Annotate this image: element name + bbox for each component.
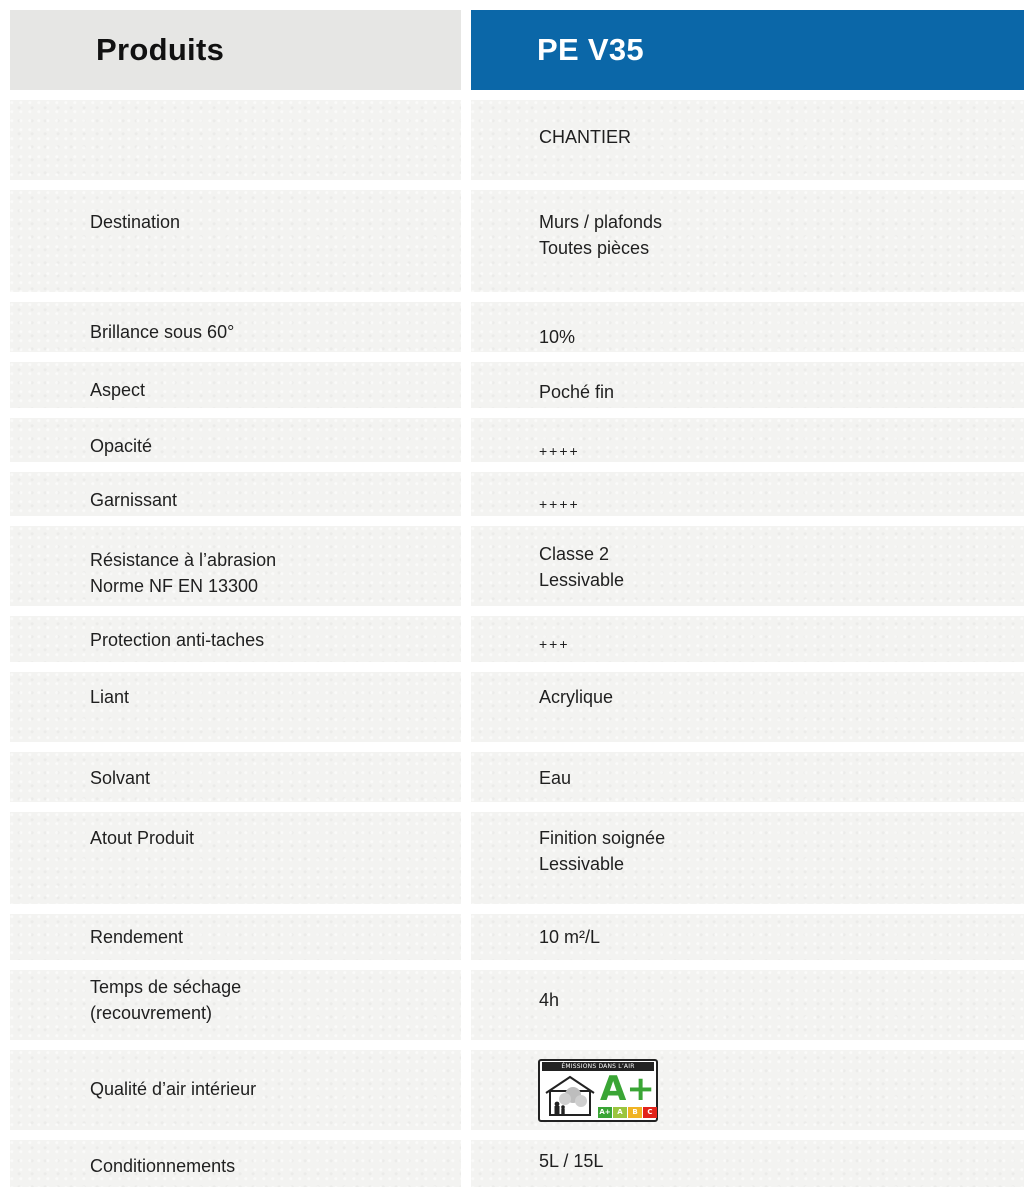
destination-value-1: Murs / plafonds xyxy=(539,212,663,232)
row-value-cell: CHANTIER xyxy=(471,100,1024,180)
product-asset-value-1: Finition soignée xyxy=(539,828,666,848)
row-label-cell: Résistance à l’abrasion Norme NF EN 1330… xyxy=(10,526,461,606)
row-value-cell: 10 m²/L xyxy=(471,914,1024,960)
row-value-cell: Eau xyxy=(471,752,1024,802)
row-label-cell xyxy=(10,100,461,180)
category-value: CHANTIER xyxy=(539,127,632,147)
row-value-cell: Classe 2 Lessivable xyxy=(471,526,1024,606)
row-label-cell: Aspect xyxy=(10,362,461,408)
house-family-icon xyxy=(545,1075,595,1116)
header-products-label: Produits xyxy=(96,32,225,67)
aspect-label: Aspect xyxy=(90,380,146,400)
drying-time-label-2: (recouvrement) xyxy=(90,1003,213,1023)
row-value-cell: Finition soignée Lessivable xyxy=(471,812,1024,904)
air-grade: A+ xyxy=(600,1069,655,1109)
air-emission-badge: ÉMISSIONS DANS L’AIR INTÉRIEUR* A+ A+ A … xyxy=(538,1059,658,1122)
abrasion-label-2: Norme NF EN 13300 xyxy=(90,576,259,596)
row-label-cell: Brillance sous 60° xyxy=(10,302,461,352)
product-asset-label: Atout Produit xyxy=(90,828,195,848)
gloss-value: 10% xyxy=(539,327,576,347)
drying-time-label-1: Temps de séchage xyxy=(90,977,242,997)
row-value-cell: 10% xyxy=(471,302,1024,352)
filling-label: Garnissant xyxy=(90,490,178,510)
filling-value: ++++ xyxy=(539,496,580,512)
yield-label: Rendement xyxy=(90,927,184,947)
scale-c: C xyxy=(643,1107,657,1118)
stain-protection-label: Protection anti-taches xyxy=(90,630,265,650)
scale-aplus: A+ xyxy=(598,1107,612,1118)
row-label-cell: Rendement xyxy=(10,914,461,960)
row-label-cell: Liant xyxy=(10,672,461,742)
row-value-cell: +++ xyxy=(471,616,1024,662)
header-product-name: PE V35 xyxy=(471,10,1024,90)
row-label-cell: Opacité xyxy=(10,418,461,462)
header-products: Produits xyxy=(10,10,461,90)
row-label-cell: Garnissant xyxy=(10,472,461,516)
row-value-cell: ÉMISSIONS DANS L’AIR INTÉRIEUR* A+ A+ A … xyxy=(471,1050,1024,1130)
row-value-cell: ++++ xyxy=(471,472,1024,516)
row-label-cell: Temps de séchage (recouvrement) xyxy=(10,970,461,1040)
opacity-label: Opacité xyxy=(90,436,153,456)
row-value-cell: 5L / 15L xyxy=(471,1140,1024,1187)
abrasion-label-1: Résistance à l’abrasion xyxy=(90,550,277,570)
row-label-cell: Destination xyxy=(10,190,461,292)
opacity-value: ++++ xyxy=(539,443,580,459)
yield-value: 10 m²/L xyxy=(539,927,601,947)
row-label-cell: Solvant xyxy=(10,752,461,802)
product-spec-table: Produits PE V35 CHANTIER Destination Mur… xyxy=(10,10,1024,1187)
row-value-cell: Murs / plafonds Toutes pièces xyxy=(471,190,1024,292)
packaging-label: Conditionnements xyxy=(90,1156,236,1176)
aspect-value: Poché fin xyxy=(539,382,615,402)
scale-a: A xyxy=(613,1107,627,1118)
solvent-label: Solvant xyxy=(90,768,151,788)
header-product-name-label: PE V35 xyxy=(537,32,644,67)
drying-time-value: 4h xyxy=(539,990,560,1010)
stain-protection-value: +++ xyxy=(539,636,570,652)
air-scale: A+ A B C xyxy=(598,1107,658,1118)
abrasion-value-2: Lessivable xyxy=(539,570,625,590)
destination-value-2: Toutes pièces xyxy=(539,238,650,258)
solvent-value: Eau xyxy=(539,768,572,788)
row-label-cell: Protection anti-taches xyxy=(10,616,461,662)
packaging-value: 5L / 15L xyxy=(539,1151,604,1171)
row-label-cell: Qualité d’air intérieur xyxy=(10,1050,461,1130)
binder-value: Acrylique xyxy=(539,687,614,707)
row-label-cell: Conditionnements xyxy=(10,1140,461,1187)
scale-b: B xyxy=(628,1107,642,1118)
gloss-label: Brillance sous 60° xyxy=(90,322,235,342)
destination-label: Destination xyxy=(90,212,181,232)
row-value-cell: ++++ xyxy=(471,418,1024,462)
product-asset-value-2: Lessivable xyxy=(539,854,625,874)
row-label-cell: Atout Produit xyxy=(10,812,461,904)
abrasion-value-1: Classe 2 xyxy=(539,544,610,564)
binder-label: Liant xyxy=(90,687,130,707)
row-value-cell: Poché fin xyxy=(471,362,1024,408)
row-value-cell: 4h xyxy=(471,970,1024,1040)
row-value-cell: Acrylique xyxy=(471,672,1024,742)
air-quality-label: Qualité d’air intérieur xyxy=(90,1079,257,1099)
